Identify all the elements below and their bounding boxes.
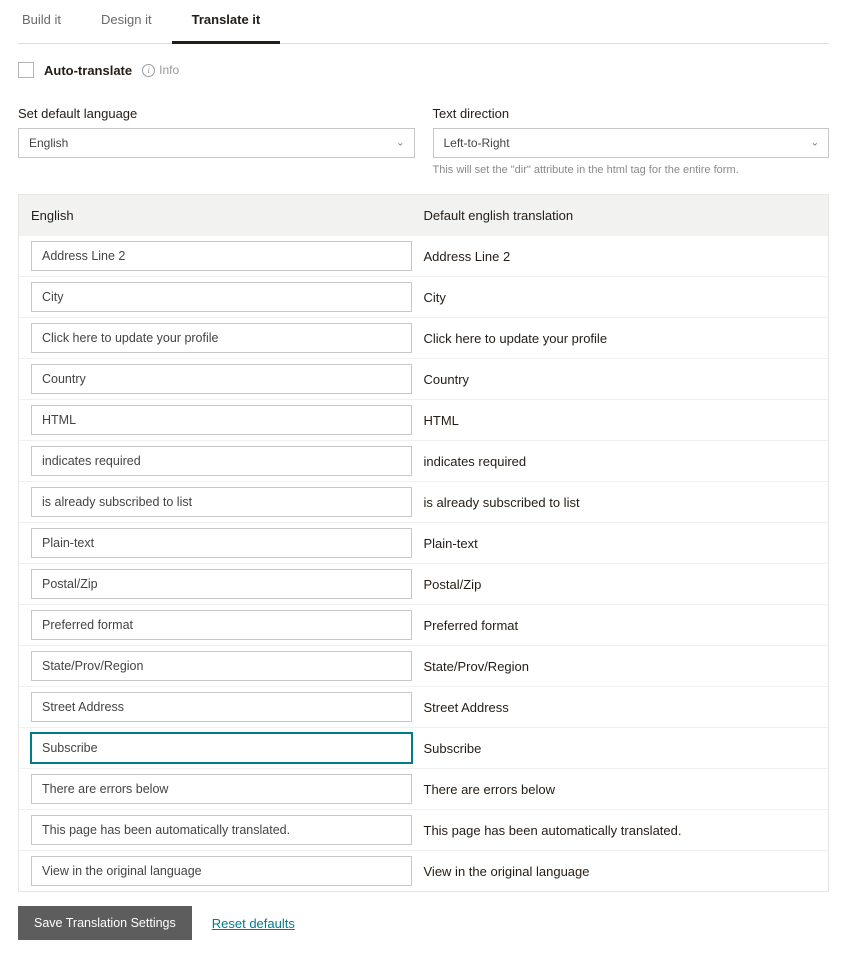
default-translation-text: HTML (424, 413, 817, 428)
table-row: There are errors below (19, 769, 828, 810)
default-translation-text: Plain-text (424, 536, 817, 551)
translation-input[interactable] (31, 569, 412, 599)
text-direction-select[interactable]: Left-to-Right (433, 128, 830, 158)
table-row: Plain-text (19, 523, 828, 564)
translation-table: English Default english translation Addr… (18, 194, 829, 892)
translation-input[interactable] (31, 856, 412, 886)
table-row: Preferred format (19, 605, 828, 646)
auto-translate-checkbox[interactable] (18, 62, 34, 78)
tab-bar: Build it Design it Translate it (18, 0, 829, 44)
tab-design[interactable]: Design it (81, 0, 172, 43)
default-translation-text: Postal/Zip (424, 577, 817, 592)
translation-input[interactable] (31, 364, 412, 394)
save-button[interactable]: Save Translation Settings (18, 906, 192, 940)
table-row: indicates required (19, 441, 828, 482)
table-row: Postal/Zip (19, 564, 828, 605)
table-header: English Default english translation (19, 195, 828, 236)
translation-input[interactable] (31, 405, 412, 435)
default-language-label: Set default language (18, 106, 415, 121)
table-row: State/Prov/Region (19, 646, 828, 687)
translation-input[interactable] (31, 446, 412, 476)
info-icon: i (142, 64, 155, 77)
th-english: English (31, 208, 424, 223)
default-translation-text: View in the original language (424, 864, 817, 879)
tab-translate[interactable]: Translate it (172, 0, 281, 44)
table-row: City (19, 277, 828, 318)
config-row: Set default language English ⌄ Text dire… (18, 106, 829, 176)
default-translation-text: Country (424, 372, 817, 387)
auto-translate-row: Auto-translate i Info (18, 62, 829, 78)
translation-input[interactable] (31, 323, 412, 353)
table-row: This page has been automatically transla… (19, 810, 828, 851)
table-row: Subscribe (19, 728, 828, 769)
translation-input[interactable] (31, 610, 412, 640)
default-translation-text: Click here to update your profile (424, 331, 817, 346)
auto-translate-label: Auto-translate (44, 63, 132, 78)
table-row: is already subscribed to list (19, 482, 828, 523)
info-text: Info (159, 63, 179, 77)
default-translation-text: indicates required (424, 454, 817, 469)
th-default: Default english translation (424, 208, 817, 223)
default-translation-text: State/Prov/Region (424, 659, 817, 674)
default-translation-text: This page has been automatically transla… (424, 823, 817, 838)
translation-input[interactable] (31, 282, 412, 312)
text-direction-col: Text direction Left-to-Right ⌄ This will… (433, 106, 830, 176)
translation-input[interactable] (31, 774, 412, 804)
translation-input[interactable] (31, 692, 412, 722)
info-wrap[interactable]: i Info (142, 63, 179, 77)
tab-build[interactable]: Build it (18, 0, 81, 43)
actions-row: Save Translation Settings Reset defaults (18, 906, 829, 940)
table-row: Address Line 2 (19, 236, 828, 277)
default-translation-text: Street Address (424, 700, 817, 715)
translation-input[interactable] (31, 733, 412, 763)
text-direction-label: Text direction (433, 106, 830, 121)
default-translation-text: Preferred format (424, 618, 817, 633)
translation-input[interactable] (31, 651, 412, 681)
table-row: HTML (19, 400, 828, 441)
text-direction-help: This will set the "dir" attribute in the… (433, 164, 830, 176)
default-language-select[interactable]: English (18, 128, 415, 158)
default-translation-text: City (424, 290, 817, 305)
table-row: Street Address (19, 687, 828, 728)
default-language-col: Set default language English ⌄ (18, 106, 415, 176)
reset-defaults-link[interactable]: Reset defaults (212, 916, 295, 931)
translation-input[interactable] (31, 815, 412, 845)
default-translation-text: Subscribe (424, 741, 817, 756)
table-row: View in the original language (19, 851, 828, 891)
table-row: Click here to update your profile (19, 318, 828, 359)
default-translation-text: is already subscribed to list (424, 495, 817, 510)
translation-input[interactable] (31, 528, 412, 558)
translation-input[interactable] (31, 487, 412, 517)
default-translation-text: Address Line 2 (424, 249, 817, 264)
default-translation-text: There are errors below (424, 782, 817, 797)
table-row: Country (19, 359, 828, 400)
translation-input[interactable] (31, 241, 412, 271)
